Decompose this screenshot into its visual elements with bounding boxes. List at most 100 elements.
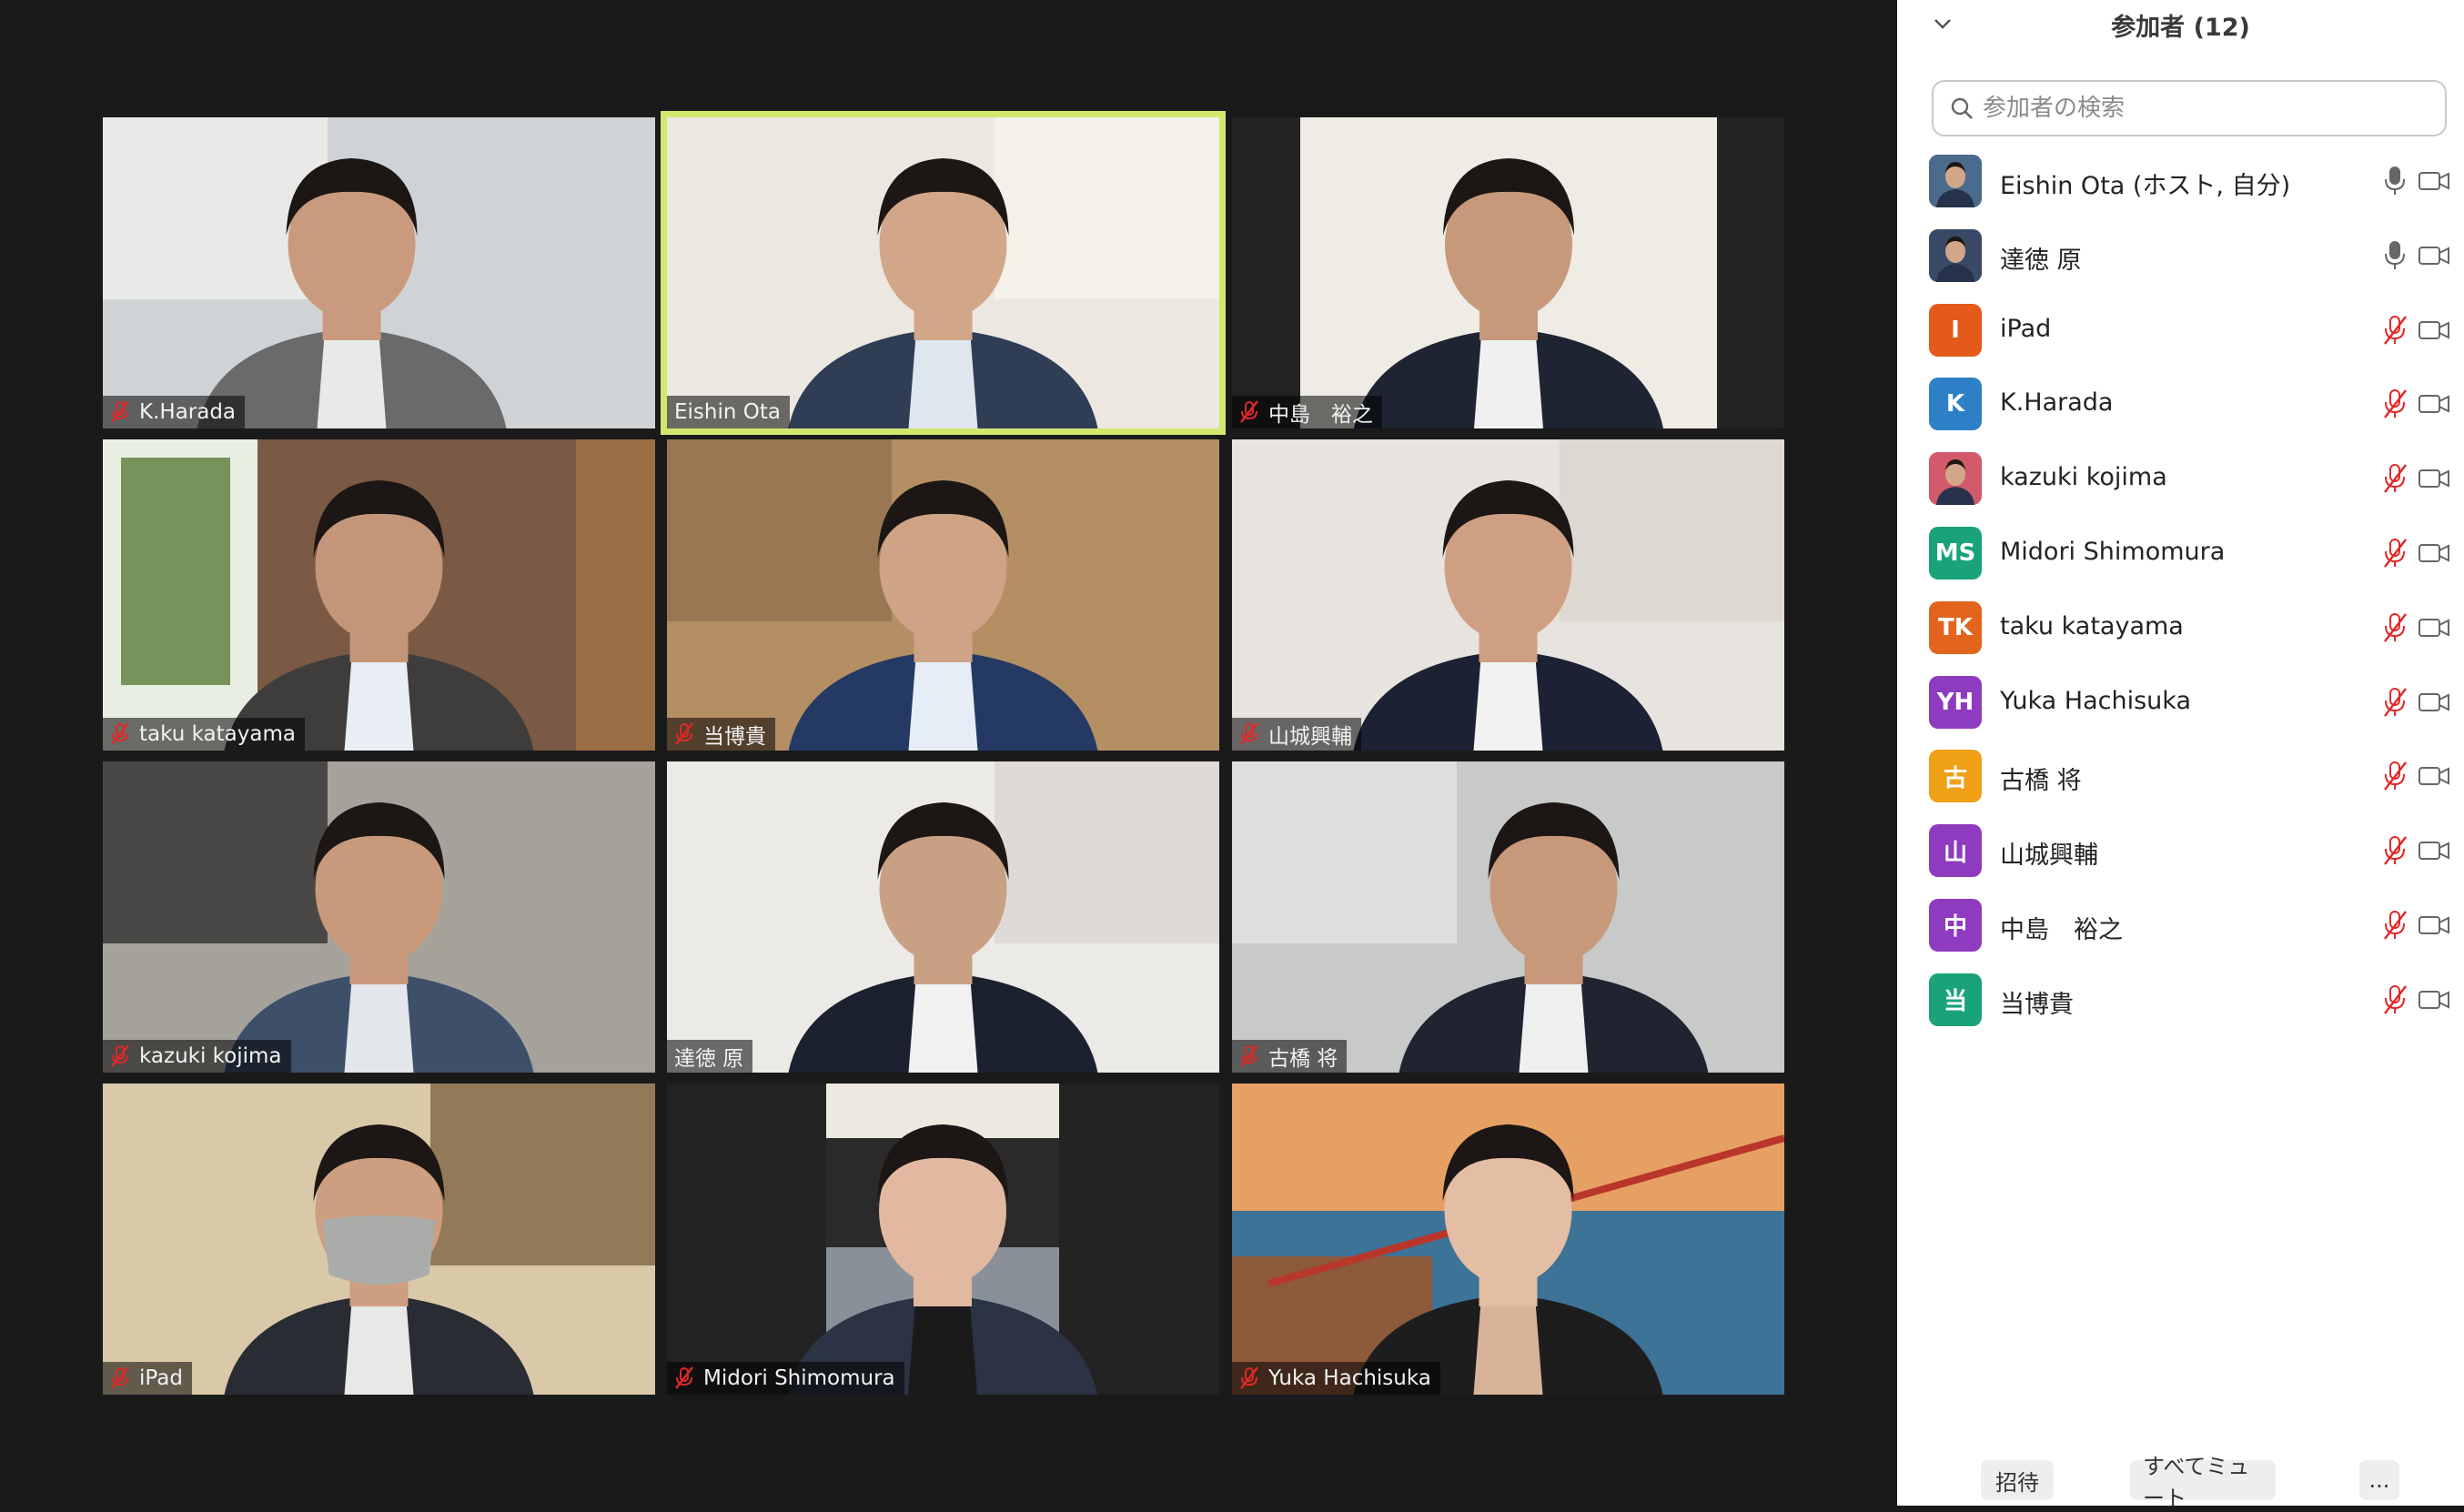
- avatar-photo-icon: [1929, 452, 1982, 506]
- video-camera-icon[interactable]: [2418, 690, 2450, 714]
- mic-muted-icon[interactable]: [2381, 315, 2408, 346]
- participant-search[interactable]: [1932, 80, 2447, 136]
- video-tile[interactable]: kazuki kojima: [103, 761, 655, 1073]
- participant-row[interactable]: kazuki kojima: [1897, 443, 2464, 518]
- participant-row[interactable]: Eishin Ota (ホスト, 自分): [1897, 146, 2464, 220]
- participant-row[interactable]: IiPad: [1897, 295, 2464, 369]
- participant-name: Midori Shimomura: [703, 1366, 895, 1390]
- mic-muted-icon[interactable]: [2381, 761, 2408, 791]
- participant-row[interactable]: 達徳 原: [1897, 220, 2464, 295]
- video-camera-icon[interactable]: [2418, 318, 2450, 342]
- mic-muted-icon[interactable]: [2381, 984, 2408, 1015]
- mic-muted-icon: [675, 722, 693, 745]
- mic-muted-icon[interactable]: [2381, 612, 2408, 643]
- participant-name: taku katayama: [2000, 611, 2184, 640]
- video-tile[interactable]: Yuka Hachisuka: [1232, 1084, 1784, 1395]
- mic-muted-icon[interactable]: [2381, 388, 2408, 419]
- participant-name: 中島 裕之: [1268, 403, 1373, 427]
- video-camera-icon[interactable]: [2418, 392, 2450, 416]
- video-camera-icon[interactable]: [2418, 169, 2450, 193]
- participant-name: 山城興輔: [1268, 725, 1352, 749]
- mic-muted-icon: [111, 1044, 129, 1067]
- participant-row[interactable]: K K.Harada: [1897, 368, 2464, 443]
- video-tile[interactable]: 達徳 原: [667, 761, 1219, 1073]
- participant-name: K.Harada: [2000, 388, 2114, 418]
- participant-name: Yuka Hachisuka: [2000, 686, 2191, 715]
- avatar: 古: [1929, 750, 1982, 803]
- participant-name: 古橋 将: [2000, 767, 2082, 796]
- video-camera-icon[interactable]: [2418, 839, 2450, 862]
- video-camera-icon[interactable]: [2418, 616, 2450, 640]
- mute-all-button[interactable]: すべてミュート: [2130, 1454, 2276, 1511]
- avatar-photo-icon: [1929, 228, 1982, 282]
- mic-muted-icon[interactable]: [2381, 687, 2408, 718]
- video-camera-icon[interactable]: [2418, 913, 2450, 937]
- avatar: 当: [1929, 973, 1982, 1026]
- video-feed: [667, 761, 1219, 1073]
- video-tile[interactable]: 中島 裕之: [1232, 117, 1784, 428]
- video-tile[interactable]: Midori Shimomura: [667, 1084, 1219, 1395]
- mic-muted-icon: [1240, 722, 1258, 745]
- participant-name: 古橋 将: [1268, 1047, 1338, 1071]
- video-tile[interactable]: Eishin Ota: [661, 111, 1226, 435]
- video-camera-icon[interactable]: [2418, 244, 2450, 267]
- mic-muted-icon[interactable]: [2381, 910, 2408, 941]
- participant-row[interactable]: 古古橋 将: [1897, 741, 2464, 815]
- participant-row[interactable]: 当当博貴: [1897, 964, 2464, 1039]
- video-feed: [103, 761, 655, 1073]
- participant-name-tag: K.Harada: [103, 396, 246, 428]
- participant-row[interactable]: TK taku katayama: [1897, 592, 2464, 667]
- video-camera-icon[interactable]: [2418, 764, 2450, 788]
- mic-muted-icon[interactable]: [2381, 835, 2408, 866]
- search-icon: [1951, 97, 1973, 119]
- mic-muted-icon: [1240, 1044, 1258, 1067]
- participant-row[interactable]: MS Midori Shimomura: [1897, 518, 2464, 592]
- participant-name: kazuki kojima: [139, 1044, 282, 1068]
- video-camera-icon[interactable]: [2418, 988, 2450, 1012]
- panel-header: 参加者 (12): [1897, 0, 2464, 47]
- avatar: [1929, 452, 1982, 506]
- mic-muted-icon: [1240, 400, 1258, 423]
- participant-name-tag: 古橋 将: [1232, 1040, 1348, 1073]
- participant-name: iPad: [2000, 314, 2052, 343]
- avatar: [1929, 155, 1982, 207]
- video-tile[interactable]: iPad: [103, 1084, 655, 1395]
- participant-name: iPad: [139, 1366, 183, 1390]
- video-feed: [103, 439, 655, 751]
- more-button[interactable]: ...: [2359, 1460, 2399, 1500]
- mic-muted-icon: [1240, 1366, 1258, 1389]
- participant-name-tag: iPad: [103, 1362, 192, 1395]
- participant-name: 中島 裕之: [2000, 915, 2123, 944]
- participant-name: taku katayama: [139, 722, 296, 746]
- avatar: I: [1929, 303, 1982, 357]
- participant-name: Yuka Hachisuka: [1268, 1366, 1431, 1390]
- participants-panel: 参加者 (12) Eishin Ota (ホスト, 自分) 達徳 原 IiPad KK…: [1897, 0, 2464, 1511]
- avatar: 山: [1929, 824, 1982, 878]
- video-camera-icon[interactable]: [2418, 541, 2450, 565]
- participant-name: Eishin Ota (ホスト, 自分): [2000, 172, 2291, 200]
- participant-name-tag: 中島 裕之: [1232, 396, 1382, 428]
- participant-row[interactable]: 中中島 裕之: [1897, 890, 2464, 964]
- participant-name: 達徳 原: [674, 1047, 744, 1071]
- video-camera-icon[interactable]: [2418, 467, 2450, 490]
- participant-name-tag: taku katayama: [103, 718, 305, 751]
- invite-button[interactable]: 招待: [1981, 1460, 2054, 1500]
- video-feed: [1232, 439, 1784, 751]
- video-tile[interactable]: 古橋 将: [1232, 761, 1784, 1073]
- video-tile[interactable]: 山城興輔: [1232, 439, 1784, 751]
- video-tile[interactable]: 当博貴: [667, 439, 1219, 751]
- video-feed: [788, 1084, 1097, 1395]
- mic-muted-icon[interactable]: [2381, 538, 2408, 569]
- participant-name: 達徳 原: [2000, 246, 2082, 275]
- search-input[interactable]: [1981, 94, 2421, 123]
- participant-name-tag: Yuka Hachisuka: [1232, 1362, 1440, 1395]
- video-tile[interactable]: K.Harada: [103, 117, 655, 428]
- participant-row[interactable]: YH Yuka Hachisuka: [1897, 667, 2464, 741]
- video-tile[interactable]: taku katayama: [103, 439, 655, 751]
- mic-muted-icon[interactable]: [2381, 463, 2408, 494]
- mic-icon[interactable]: [2381, 166, 2408, 197]
- mic-icon[interactable]: [2381, 240, 2408, 271]
- participant-name: Eishin Ota: [674, 400, 781, 424]
- participant-name: K.Harada: [139, 400, 237, 424]
- participant-row[interactable]: 山山城興輔: [1897, 815, 2464, 890]
